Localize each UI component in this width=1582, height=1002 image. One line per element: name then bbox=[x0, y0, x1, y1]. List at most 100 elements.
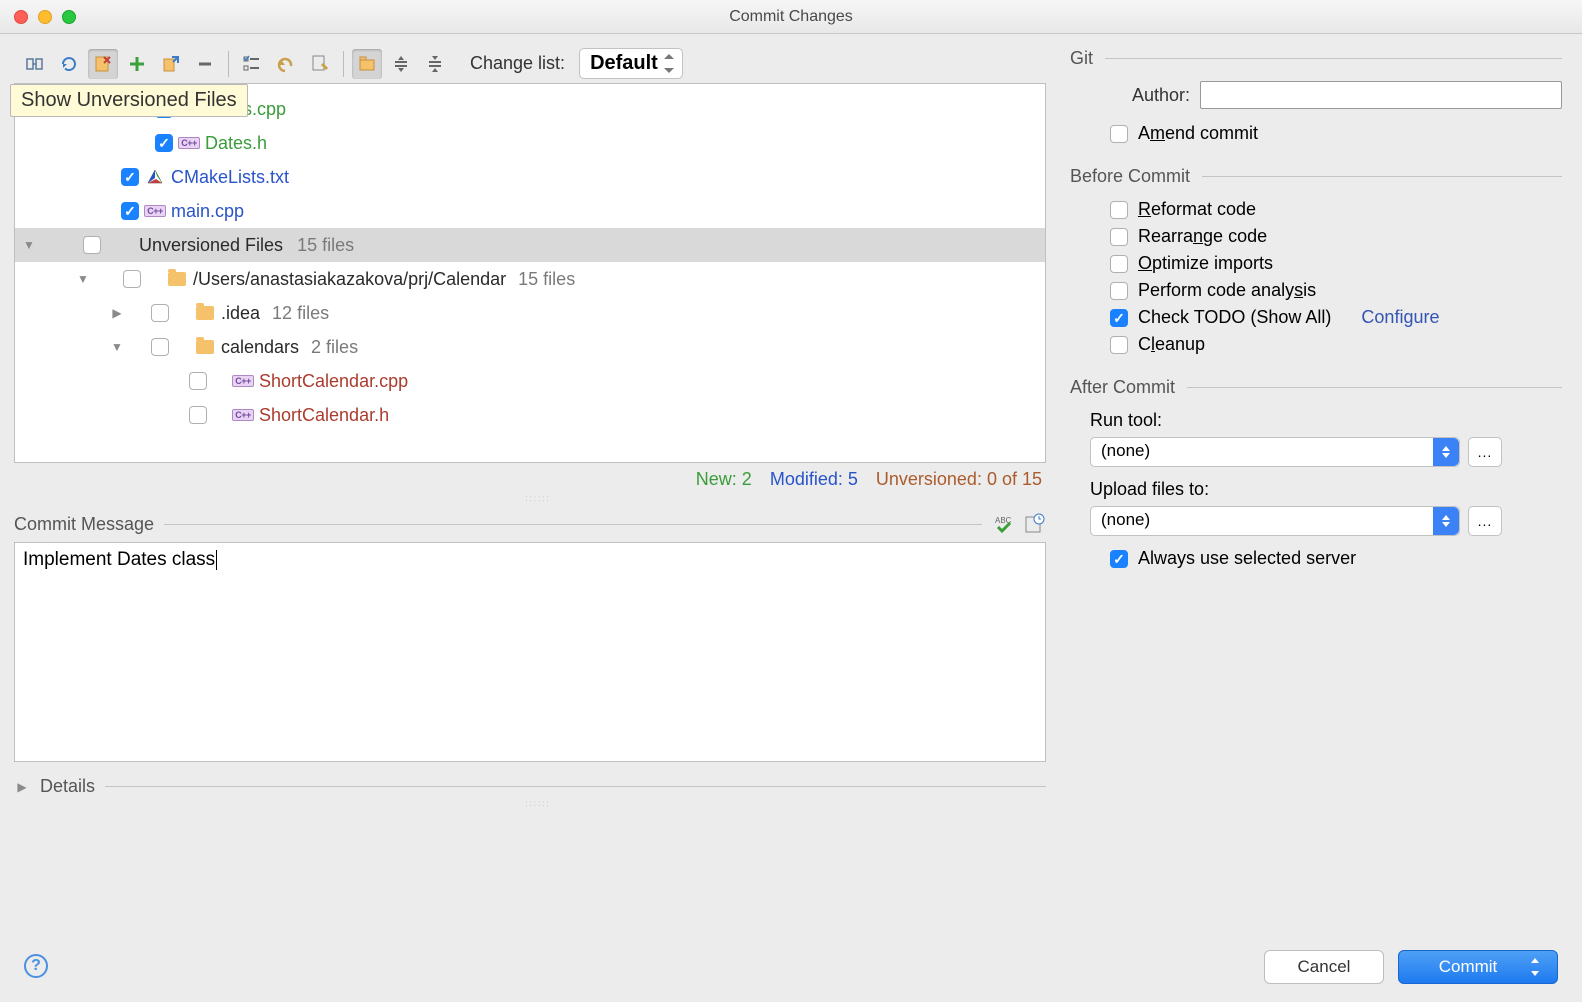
changelist-label: Change list: bbox=[470, 53, 565, 74]
upload-select[interactable]: (none) bbox=[1090, 506, 1460, 536]
run-tool-select[interactable]: (none) bbox=[1090, 437, 1460, 467]
checkbox[interactable] bbox=[151, 304, 169, 322]
configure-link[interactable]: Configure bbox=[1361, 307, 1439, 328]
cancel-button[interactable]: Cancel bbox=[1264, 950, 1384, 984]
after-commit-title: After Commit bbox=[1070, 377, 1175, 398]
commit-message-label: Commit Message bbox=[14, 514, 154, 535]
checkbox[interactable] bbox=[189, 406, 207, 424]
amend-checkbox[interactable] bbox=[1110, 125, 1128, 143]
rearrange-label: Rearrange code bbox=[1138, 226, 1267, 247]
filename: calendars bbox=[221, 337, 299, 358]
upload-value: (none) bbox=[1101, 510, 1150, 529]
tree-row-sc-cpp[interactable]: C++ ShortCalendar.cpp bbox=[15, 364, 1045, 398]
todo-checkbox[interactable] bbox=[1110, 309, 1128, 327]
checklist-icon[interactable] bbox=[237, 49, 267, 79]
show-unversioned-icon[interactable] bbox=[88, 49, 118, 79]
checkbox[interactable] bbox=[83, 236, 101, 254]
tree-row-calendars[interactable]: ▼ calendars 2 files bbox=[15, 330, 1045, 364]
folder-icon bbox=[195, 304, 215, 322]
commit-message-input[interactable]: Implement Dates class bbox=[14, 542, 1046, 762]
author-input[interactable] bbox=[1200, 81, 1562, 109]
details-label: Details bbox=[40, 776, 95, 797]
revert-icon[interactable] bbox=[271, 49, 301, 79]
cpp-file-icon: C++ bbox=[179, 134, 199, 152]
run-tool-value: (none) bbox=[1101, 441, 1150, 460]
tree-row-main[interactable]: C++ main.cpp bbox=[15, 194, 1045, 228]
cmake-file-icon bbox=[145, 168, 165, 186]
cpp-file-icon: C++ bbox=[145, 202, 165, 220]
cpp-file-icon: C++ bbox=[233, 372, 253, 390]
tree-row-dates-h[interactable]: C++ Dates.h bbox=[15, 126, 1045, 160]
rearrange-checkbox[interactable] bbox=[1110, 228, 1128, 246]
commit-button-label: Commit bbox=[1439, 957, 1498, 977]
toolbar: Change list: Default Show Unversioned Fi… bbox=[14, 44, 1062, 83]
disclosure-icon[interactable]: ▶ bbox=[109, 306, 125, 320]
remove-icon[interactable] bbox=[190, 49, 220, 79]
todo-label: Check TODO (Show All) bbox=[1138, 307, 1331, 328]
checkbox[interactable] bbox=[155, 134, 173, 152]
move-changelist-icon[interactable] bbox=[156, 49, 186, 79]
always-server-label: Always use selected server bbox=[1138, 548, 1356, 569]
edit-source-icon[interactable] bbox=[305, 49, 335, 79]
unversioned-section[interactable]: ▼ Unversioned Files 15 files bbox=[15, 228, 1045, 262]
filename: CMakeLists.txt bbox=[171, 167, 289, 188]
disclosure-icon[interactable]: ▼ bbox=[109, 340, 125, 354]
tree-row-cmake[interactable]: CMakeLists.txt bbox=[15, 160, 1045, 194]
resize-grip[interactable]: :::::: bbox=[14, 494, 1062, 504]
optimize-label: Optimize imports bbox=[1138, 253, 1273, 274]
cpp-file-icon: C++ bbox=[233, 406, 253, 424]
reformat-checkbox[interactable] bbox=[1110, 201, 1128, 219]
optimize-checkbox[interactable] bbox=[1110, 255, 1128, 273]
stats-bar: New: 2 Modified: 5 Unversioned: 0 of 15 bbox=[14, 463, 1062, 494]
folder-icon bbox=[195, 338, 215, 356]
stat-unversioned: Unversioned: 0 of 15 bbox=[876, 469, 1042, 490]
checkbox[interactable] bbox=[121, 168, 139, 186]
cleanup-checkbox[interactable] bbox=[1110, 336, 1128, 354]
collapse-all-icon[interactable] bbox=[420, 49, 450, 79]
filename: ShortCalendar.h bbox=[259, 405, 389, 426]
changes-tree[interactable]: C++ Dates.cpp C++ Dates.h CMakeLists.txt… bbox=[14, 83, 1046, 463]
file-count: 12 files bbox=[272, 303, 329, 324]
folder-icon bbox=[167, 270, 187, 288]
filename: main.cpp bbox=[171, 201, 244, 222]
show-diff-icon[interactable] bbox=[20, 49, 50, 79]
file-count: 2 files bbox=[311, 337, 358, 358]
add-icon[interactable] bbox=[122, 49, 152, 79]
refresh-icon[interactable] bbox=[54, 49, 84, 79]
changelist-select[interactable]: Default bbox=[579, 48, 683, 79]
checkbox[interactable] bbox=[151, 338, 169, 356]
spellcheck-icon[interactable]: ABC bbox=[992, 512, 1016, 536]
run-tool-label: Run tool: bbox=[1090, 410, 1562, 431]
analysis-label: Perform code analysis bbox=[1138, 280, 1316, 301]
help-button[interactable]: ? bbox=[24, 954, 48, 978]
tree-row-idea[interactable]: ▶ .idea 12 files bbox=[15, 296, 1045, 330]
window-title: Commit Changes bbox=[0, 8, 1582, 26]
tooltip: Show Unversioned Files bbox=[10, 84, 248, 117]
disclosure-icon[interactable]: ▼ bbox=[75, 272, 91, 286]
checkbox[interactable] bbox=[189, 372, 207, 390]
disclosure-icon[interactable]: ▶ bbox=[14, 780, 30, 794]
group-by-directory-icon[interactable] bbox=[352, 49, 382, 79]
upload-browse-button[interactable]: ... bbox=[1468, 506, 1502, 536]
run-tool-browse-button[interactable]: ... bbox=[1468, 437, 1502, 467]
analysis-checkbox[interactable] bbox=[1110, 282, 1128, 300]
expand-all-icon[interactable] bbox=[386, 49, 416, 79]
before-commit-title: Before Commit bbox=[1070, 166, 1190, 187]
reformat-label: Reformat code bbox=[1138, 199, 1256, 220]
disclosure-icon[interactable]: ▼ bbox=[21, 238, 37, 252]
git-section-title: Git bbox=[1070, 48, 1093, 69]
tree-row-sc-h[interactable]: C++ ShortCalendar.h bbox=[15, 398, 1045, 432]
checkbox[interactable] bbox=[123, 270, 141, 288]
always-server-checkbox[interactable] bbox=[1110, 550, 1128, 568]
tree-row-path[interactable]: ▼ /Users/anastasiakazakova/prj/Calendar … bbox=[15, 262, 1045, 296]
upload-label: Upload files to: bbox=[1090, 479, 1562, 500]
filename: Dates.h bbox=[205, 133, 267, 154]
titlebar: Commit Changes bbox=[0, 0, 1582, 34]
commit-button[interactable]: Commit bbox=[1398, 950, 1558, 984]
checkbox[interactable] bbox=[121, 202, 139, 220]
amend-label: Amend commit bbox=[1138, 123, 1258, 144]
resize-grip[interactable]: :::::: bbox=[14, 799, 1062, 809]
history-icon[interactable] bbox=[1022, 512, 1046, 536]
filename: .idea bbox=[221, 303, 260, 324]
file-count: 15 files bbox=[297, 235, 354, 256]
